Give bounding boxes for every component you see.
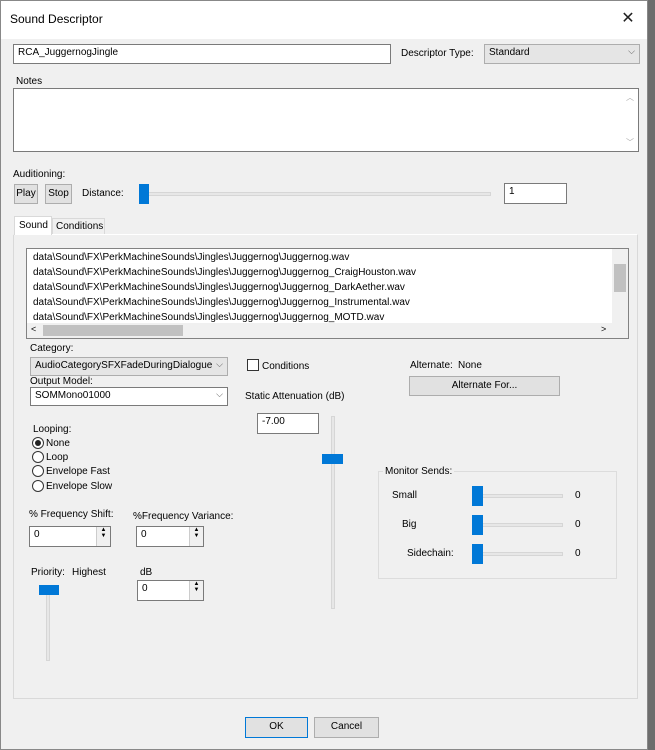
static-attenuation-label: Static Attenuation (dB) <box>245 391 345 402</box>
static-attenuation-input[interactable]: -7.00 <box>257 413 319 434</box>
file-list[interactable]: data\Sound\FX\PerkMachineSounds\Jingles\… <box>26 248 629 339</box>
distance-slider-track[interactable] <box>141 192 491 196</box>
title-bar: Sound Descriptor ✕ <box>1 1 647 39</box>
tab-sound[interactable]: Sound <box>14 216 52 235</box>
list-item[interactable]: data\Sound\FX\PerkMachineSounds\Jingles\… <box>33 267 416 278</box>
output-model-label: Output Model: <box>30 376 93 387</box>
list-item[interactable]: data\Sound\FX\PerkMachineSounds\Jingles\… <box>33 312 384 323</box>
spinner-arrows-icon[interactable]: ▲ ▼ <box>189 527 203 546</box>
db-input[interactable]: 0 ▲ ▼ <box>137 580 204 601</box>
looping-radio-envelope-fast[interactable] <box>32 465 44 477</box>
priority-value: Highest <box>72 567 106 578</box>
scroll-up-icon[interactable]: ︿ <box>626 92 634 103</box>
static-attenuation-slider-thumb[interactable] <box>322 454 343 464</box>
output-model-value: SOMMono01000 <box>35 390 111 401</box>
db-label: dB <box>140 567 153 578</box>
scroll-down-icon[interactable]: ﹀ <box>626 137 634 148</box>
notes-textarea[interactable] <box>13 88 639 152</box>
distance-input[interactable]: 1 <box>504 183 567 204</box>
send-small-label: Small <box>392 490 418 501</box>
send-sidechain-slider-thumb[interactable] <box>472 544 483 564</box>
list-item[interactable]: data\Sound\FX\PerkMachineSounds\Jingles\… <box>33 297 410 308</box>
distance-slider-thumb[interactable] <box>139 184 149 204</box>
priority-label: Priority: <box>31 567 65 578</box>
looping-none-label: None <box>46 438 70 449</box>
ok-button[interactable]: OK <box>245 717 308 738</box>
looping-radio-loop[interactable] <box>32 451 44 463</box>
send-sidechain-label: Sidechain: <box>407 548 454 559</box>
list-item[interactable]: data\Sound\FX\PerkMachineSounds\Jingles\… <box>33 252 349 263</box>
scroll-right-icon[interactable]: > <box>601 324 606 334</box>
looping-label: Looping: <box>33 424 72 435</box>
send-big-slider-thumb[interactable] <box>472 515 483 535</box>
stop-button[interactable]: Stop <box>45 184 72 204</box>
auditioning-label: Auditioning: <box>13 169 66 180</box>
conditions-checkbox-label: Conditions <box>262 361 310 372</box>
send-big-value: 0 <box>575 519 581 530</box>
chevron-down-icon: ⌵ <box>628 46 635 56</box>
frequency-variance-value: 0 <box>141 529 147 540</box>
send-big-slider-track[interactable] <box>475 523 563 527</box>
list-item[interactable]: data\Sound\FX\PerkMachineSounds\Jingles\… <box>33 282 405 293</box>
category-label: Category: <box>30 343 74 354</box>
frequency-shift-label: % Frequency Shift: <box>29 509 114 520</box>
spinner-arrows-icon[interactable]: ▲ ▼ <box>189 581 203 600</box>
monitor-sends-label: Monitor Sends: <box>383 466 455 477</box>
descriptor-name-input[interactable]: RCA_JuggernogJingle <box>13 44 391 64</box>
static-attenuation-slider-track[interactable] <box>331 416 335 609</box>
db-value: 0 <box>142 583 148 594</box>
category-value: AudioCategorySFXFadeDuringDialogue <box>35 360 213 371</box>
sound-descriptor-dialog: Sound Descriptor ✕ RCA_JuggernogJingle D… <box>0 0 648 750</box>
vertical-scrollbar[interactable] <box>612 249 628 323</box>
priority-slider-thumb[interactable] <box>39 585 59 595</box>
tab-conditions-label: Conditions <box>56 221 104 232</box>
send-small-slider-track[interactable] <box>475 494 563 498</box>
spinner-arrows-icon[interactable]: ▲ ▼ <box>96 527 110 546</box>
looping-radio-none[interactable] <box>32 437 44 449</box>
frequency-shift-value: 0 <box>34 529 40 540</box>
send-sidechain-slider-track[interactable] <box>475 552 563 556</box>
send-small-value: 0 <box>575 490 581 501</box>
distance-label: Distance: <box>82 188 124 199</box>
alternate-value: None <box>458 360 482 371</box>
send-big-label: Big <box>402 519 417 530</box>
looping-radio-envelope-slow[interactable] <box>32 480 44 492</box>
looping-envelope-fast-label: Envelope Fast <box>46 466 110 477</box>
horizontal-scroll-thumb[interactable] <box>43 325 183 336</box>
descriptor-type-value: Standard <box>489 47 530 58</box>
send-small-slider-thumb[interactable] <box>472 486 483 506</box>
close-icon[interactable]: ✕ <box>615 7 641 31</box>
priority-slider-track[interactable] <box>46 589 50 661</box>
chevron-down-icon: ⌵ <box>216 359 223 369</box>
notes-label: Notes <box>16 76 43 87</box>
alternate-for-button[interactable]: Alternate For... <box>409 376 560 396</box>
looping-loop-label: Loop <box>46 452 69 463</box>
alternate-label: Alternate: <box>410 360 453 371</box>
category-select[interactable]: AudioCategorySFXFadeDuringDialogue ⌵ <box>30 357 228 376</box>
send-sidechain-value: 0 <box>575 548 581 559</box>
frequency-shift-input[interactable]: 0 ▲ ▼ <box>29 526 111 547</box>
tab-conditions[interactable]: Conditions <box>52 218 105 234</box>
descriptor-type-select[interactable]: Standard ⌵ <box>484 44 640 64</box>
scroll-left-icon[interactable]: < <box>31 324 36 334</box>
play-button[interactable]: Play <box>14 184 38 204</box>
horizontal-scrollbar[interactable]: < > <box>27 323 628 338</box>
descriptor-type-label: Descriptor Type: <box>401 48 474 59</box>
window-title: Sound Descriptor <box>10 12 103 26</box>
cancel-button[interactable]: Cancel <box>314 717 379 738</box>
conditions-checkbox[interactable] <box>247 359 259 371</box>
looping-envelope-slow-label: Envelope Slow <box>46 481 113 492</box>
frequency-variance-label: %Frequency Variance: <box>133 511 234 522</box>
chevron-down-icon: ⌵ <box>216 389 223 399</box>
output-model-select[interactable]: SOMMono01000 ⌵ <box>30 387 228 406</box>
frequency-variance-input[interactable]: 0 ▲ ▼ <box>136 526 204 547</box>
vertical-scroll-thumb[interactable] <box>614 264 626 292</box>
tab-sound-label: Sound <box>19 220 48 231</box>
